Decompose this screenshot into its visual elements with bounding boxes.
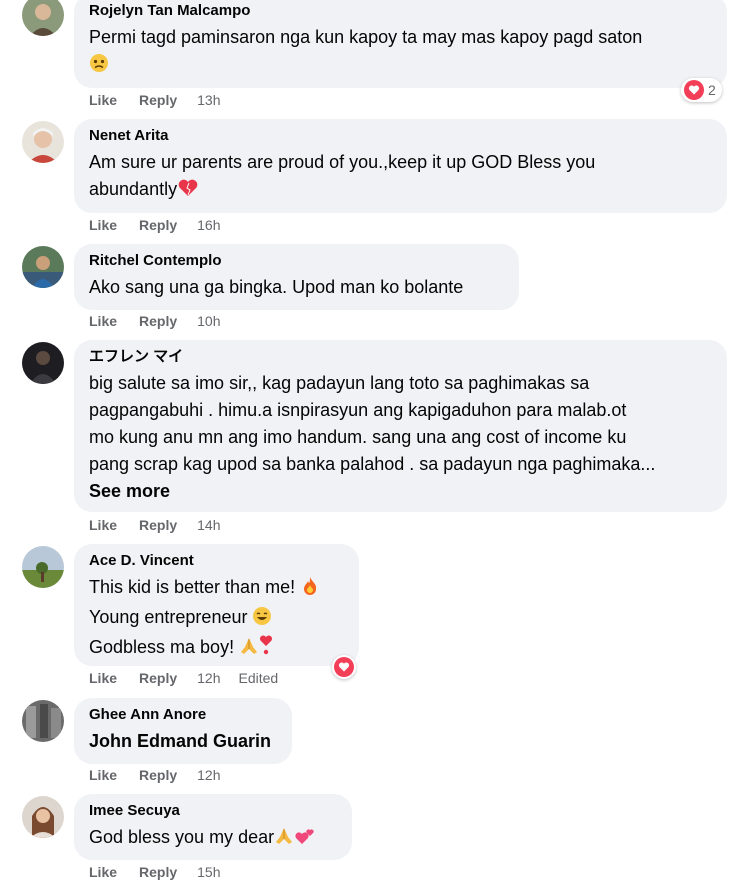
like-button[interactable]: Like [89,864,117,880]
avatar[interactable] [22,700,64,742]
reaction-count-badge[interactable]: 2 [681,78,722,102]
heart-emoji-icon [177,178,199,206]
avatar[interactable] [22,342,64,384]
avatar[interactable] [22,246,64,288]
comment-actions: Like Reply 16h [89,215,239,235]
edited-label: Edited [238,670,279,686]
reply-button[interactable]: Reply [139,517,177,533]
timestamp[interactable]: 12h [197,670,220,686]
heart-exclamation-emoji-icon [259,634,273,664]
comment-bubble: エフレン マイ big salute sa imo sir,, kag pada… [74,340,727,512]
reply-button[interactable]: Reply [139,217,177,233]
love-reaction-icon [334,657,354,677]
praying-hands-emoji-icon [239,636,259,664]
see-more-link[interactable]: See more [89,478,715,505]
avatar[interactable] [22,0,64,36]
timestamp[interactable]: 16h [197,217,220,233]
commenter-name[interactable]: Rojelyn Tan Malcampo [89,2,715,20]
comment-text: mo kung anu mn ang imo handum. sang una … [89,427,627,447]
two-hearts-emoji-icon [294,826,316,854]
commenter-name[interactable]: Ritchel Contemplo [89,252,507,270]
commenter-name[interactable]: Ghee Ann Anore [89,706,280,724]
comment-actions: Like Reply 14h [89,515,239,535]
avatar[interactable] [22,121,64,163]
reply-button[interactable]: Reply [139,313,177,329]
comment-text [89,51,715,81]
timestamp[interactable]: 13h [197,92,220,108]
fire-emoji-icon [300,576,320,604]
comment-bubble: Ace D. Vincent This kid is better than m… [74,544,359,666]
comment-actions: Like Reply 12h [89,765,239,785]
comment-text: Permi tagd paminsaron nga kun kapoy ta m… [89,27,643,47]
commenter-name[interactable]: Ace D. Vincent [89,552,347,570]
grinning-face-emoji-icon [252,606,272,634]
reply-button[interactable]: Reply [139,767,177,783]
timestamp[interactable]: 10h [197,313,220,329]
like-button[interactable]: Like [89,670,117,686]
comment-text: pagpangabuhi . himu.a isnpirasyun ang ka… [89,400,627,420]
avatar[interactable] [22,546,64,588]
mention-link[interactable]: John Edmand Guarin [89,728,280,755]
like-button[interactable]: Like [89,767,117,783]
commenter-name[interactable]: Imee Secuya [89,802,340,820]
timestamp[interactable]: 14h [197,517,220,533]
worried-face-emoji-icon [89,53,109,81]
like-button[interactable]: Like [89,517,117,533]
praying-hands-emoji-icon [274,826,294,854]
comment-text: This kid is better than me! [89,574,347,604]
comment-text: Am sure ur parents are proud of you.,kee… [89,152,596,172]
comment-text: Ako sang una ga bingka. Upod man ko bola… [89,277,464,297]
reaction-badge[interactable] [332,655,356,679]
reply-button[interactable]: Reply [139,864,177,880]
reaction-count: 2 [708,82,716,98]
comment-text: Young entrepreneur [89,604,347,634]
reply-button[interactable]: Reply [139,92,177,108]
commenter-name[interactable]: Nenet Arita [89,127,715,145]
comment-text: God bless you my dear [89,824,340,854]
timestamp[interactable]: 15h [197,864,220,880]
love-reaction-icon [684,80,704,100]
comment-bubble: Nenet Arita Am sure ur parents are proud… [74,119,727,213]
timestamp[interactable]: 12h [197,767,220,783]
comment-actions: Like Reply 12h Edited [89,668,278,688]
comment-bubble: Ghee Ann Anore John Edmand Guarin [74,698,292,764]
like-button[interactable]: Like [89,92,117,108]
comment-text: abundantly [89,176,715,206]
avatar[interactable] [22,796,64,838]
reply-button[interactable]: Reply [139,670,177,686]
commenter-name[interactable]: エフレン マイ [89,348,715,366]
comment-text: pang scrap kag upod sa banka palahod . s… [89,454,656,474]
comment-bubble: Ritchel Contemplo Ako sang una ga bingka… [74,244,519,310]
comment-text: big salute sa imo sir,, kag padayun lang… [89,373,590,393]
comment-actions: Like Reply 10h [89,311,239,331]
comment-actions: Like Reply 15h [89,862,239,882]
comment-actions: Like Reply 13h [89,90,239,110]
like-button[interactable]: Like [89,313,117,329]
comment-text: Godbless ma boy! [89,634,347,664]
comment-bubble: Rojelyn Tan Malcampo Permi tagd paminsar… [74,0,727,88]
comment-bubble: Imee Secuya God bless you my dear [74,794,352,860]
like-button[interactable]: Like [89,217,117,233]
